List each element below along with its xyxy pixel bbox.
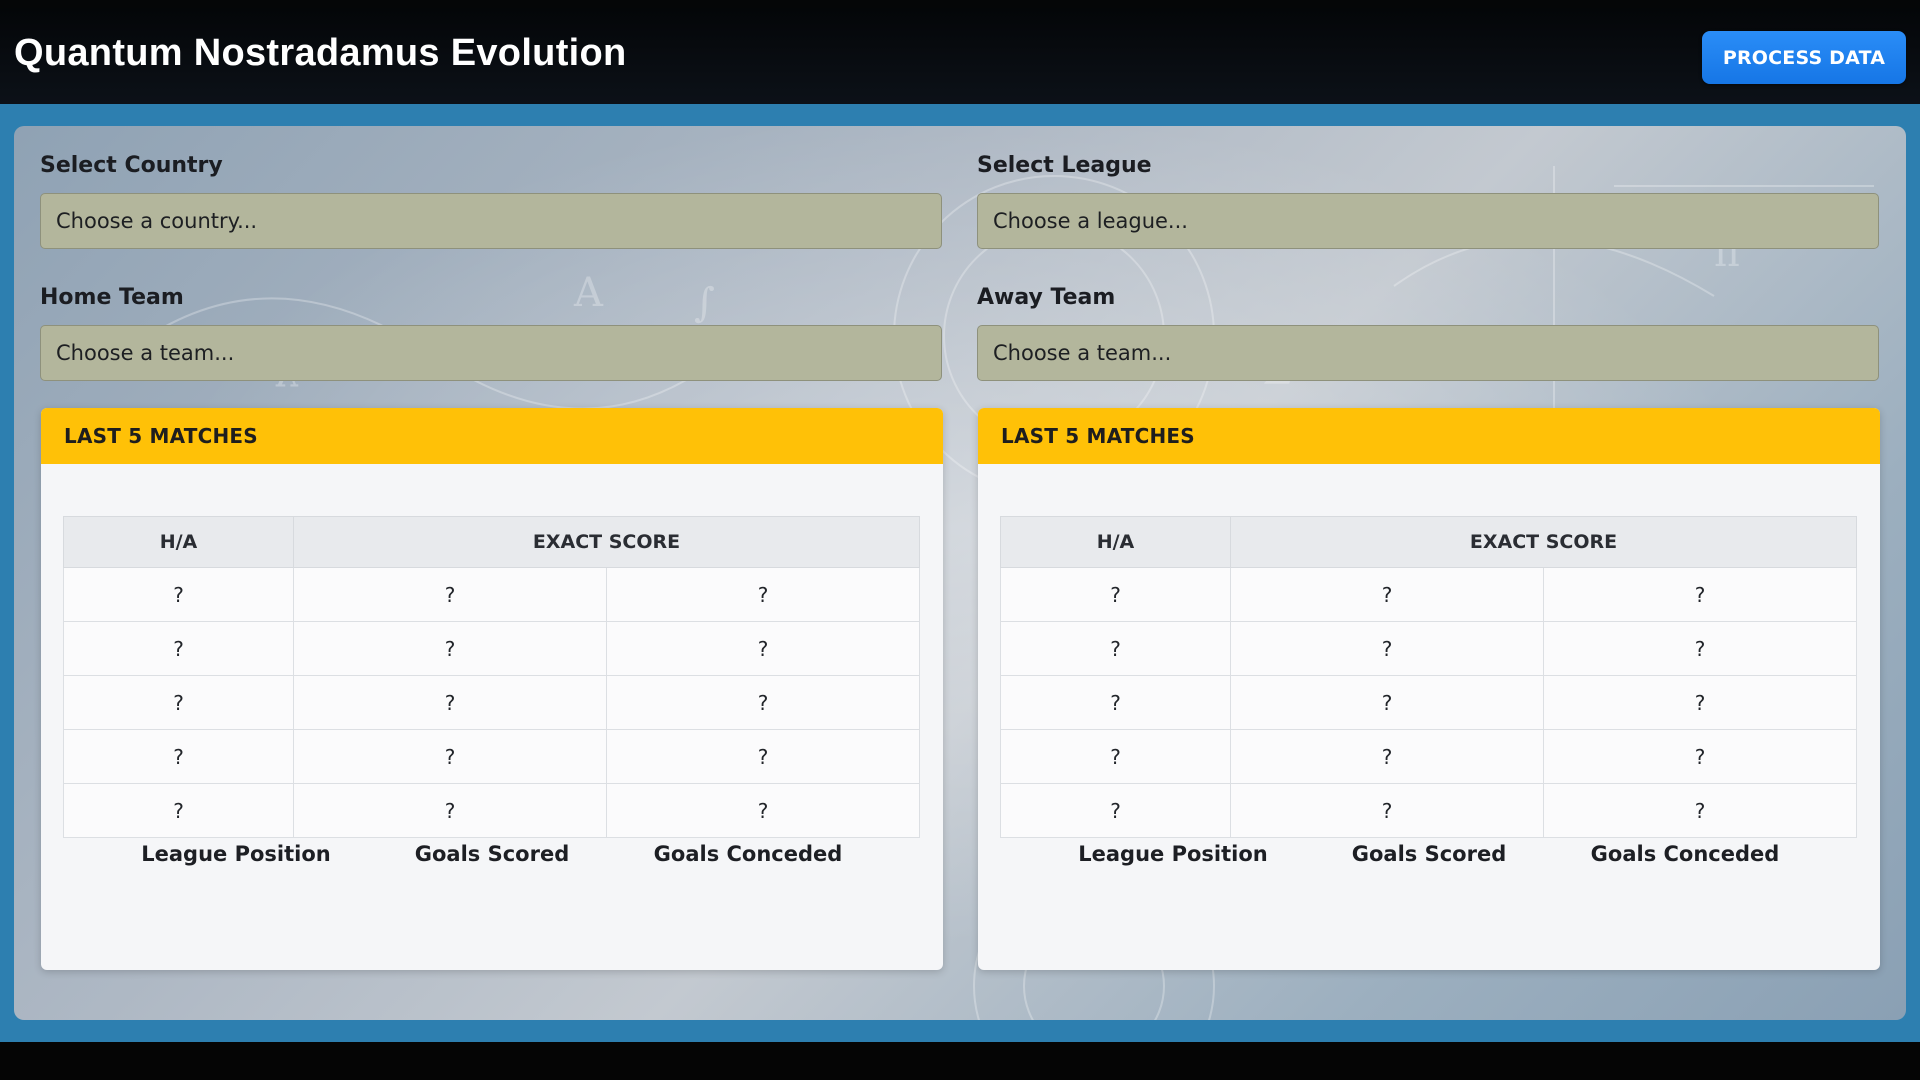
table-cell: ? xyxy=(1230,675,1544,730)
table-row: ? ? ? xyxy=(63,675,920,730)
table-cell: ? xyxy=(293,729,607,784)
form-panel: A ∫ ∑ π λ Ω Select Country Choose a coun… xyxy=(14,126,1906,1020)
exact-score-column-header: EXACT SCORE xyxy=(293,516,920,568)
table-cell: ? xyxy=(1230,729,1544,784)
table-cell: ? xyxy=(1230,621,1544,676)
table-cell: ? xyxy=(1543,783,1857,838)
country-label: Select Country xyxy=(40,153,223,178)
table-row: ? ? ? xyxy=(63,729,920,784)
svg-text:A: A xyxy=(573,270,604,316)
away-team-select[interactable]: Choose a team... xyxy=(977,325,1879,381)
goals-conceded-label: Goals Conceded xyxy=(653,842,843,866)
table-cell: ? xyxy=(63,783,294,838)
process-data-button[interactable]: PROCESS DATA xyxy=(1702,31,1906,84)
home-team-label: Home Team xyxy=(40,285,184,310)
away-team-label: Away Team xyxy=(977,285,1116,310)
bottom-strip xyxy=(0,1042,1920,1080)
league-position-label: League Position xyxy=(1078,842,1268,866)
table-row: ? ? ? xyxy=(1000,567,1857,622)
app-title: Quantum Nostradamus Evolution xyxy=(14,32,627,74)
table-row: ? ? ? xyxy=(1000,729,1857,784)
home-stats-row: League Position Goals Scored Goals Conce… xyxy=(41,842,943,882)
away-score-table: H/A EXACT SCORE ? ? ? ? ? ? ? ? ? ? ? ? … xyxy=(1000,516,1857,838)
table-cell: ? xyxy=(1543,621,1857,676)
table-cell: ? xyxy=(1230,567,1544,622)
goals-scored-label: Goals Scored xyxy=(1351,842,1507,866)
ha-column-header: H/A xyxy=(1000,516,1231,568)
ha-column-header: H/A xyxy=(63,516,294,568)
home-score-table: H/A EXACT SCORE ? ? ? ? ? ? ? ? ? ? ? ? … xyxy=(63,516,920,838)
table-cell: ? xyxy=(63,567,294,622)
top-bar: Quantum Nostradamus Evolution PROCESS DA… xyxy=(0,0,1920,104)
main-area: A ∫ ∑ π λ Ω Select Country Choose a coun… xyxy=(0,104,1920,1042)
table-cell: ? xyxy=(293,675,607,730)
table-row: ? ? ? xyxy=(1000,783,1857,838)
table-header-row: H/A EXACT SCORE xyxy=(1000,516,1857,568)
away-last-matches-card: LAST 5 MATCHES H/A EXACT SCORE ? ? ? ? ?… xyxy=(978,408,1880,970)
league-select[interactable]: Choose a league... xyxy=(977,193,1879,249)
table-cell: ? xyxy=(1000,621,1231,676)
away-stats-row: League Position Goals Scored Goals Conce… xyxy=(978,842,1880,882)
country-select[interactable]: Choose a country... xyxy=(40,193,942,249)
home-team-select[interactable]: Choose a team... xyxy=(40,325,942,381)
table-row: ? ? ? xyxy=(63,621,920,676)
table-cell: ? xyxy=(293,783,607,838)
table-cell: ? xyxy=(606,729,920,784)
table-cell: ? xyxy=(606,675,920,730)
table-cell: ? xyxy=(63,729,294,784)
table-cell: ? xyxy=(606,783,920,838)
home-card-title: LAST 5 MATCHES xyxy=(41,408,943,464)
table-cell: ? xyxy=(606,621,920,676)
table-cell: ? xyxy=(293,621,607,676)
home-last-matches-card: LAST 5 MATCHES H/A EXACT SCORE ? ? ? ? ?… xyxy=(41,408,943,970)
goals-scored-label: Goals Scored xyxy=(414,842,570,866)
table-row: ? ? ? xyxy=(63,567,920,622)
table-cell: ? xyxy=(1543,729,1857,784)
table-cell: ? xyxy=(1000,783,1231,838)
table-row: ? ? ? xyxy=(1000,621,1857,676)
table-row: ? ? ? xyxy=(1000,675,1857,730)
table-cell: ? xyxy=(63,675,294,730)
table-cell: ? xyxy=(1543,567,1857,622)
table-cell: ? xyxy=(1543,675,1857,730)
goals-conceded-label: Goals Conceded xyxy=(1590,842,1780,866)
table-cell: ? xyxy=(293,567,607,622)
table-cell: ? xyxy=(63,621,294,676)
away-card-title: LAST 5 MATCHES xyxy=(978,408,1880,464)
svg-text:∫: ∫ xyxy=(694,280,715,326)
table-header-row: H/A EXACT SCORE xyxy=(63,516,920,568)
league-label: Select League xyxy=(977,153,1152,178)
table-cell: ? xyxy=(606,567,920,622)
table-cell: ? xyxy=(1000,567,1231,622)
exact-score-column-header: EXACT SCORE xyxy=(1230,516,1857,568)
table-cell: ? xyxy=(1000,729,1231,784)
table-cell: ? xyxy=(1230,783,1544,838)
table-row: ? ? ? xyxy=(63,783,920,838)
table-cell: ? xyxy=(1000,675,1231,730)
league-position-label: League Position xyxy=(141,842,331,866)
